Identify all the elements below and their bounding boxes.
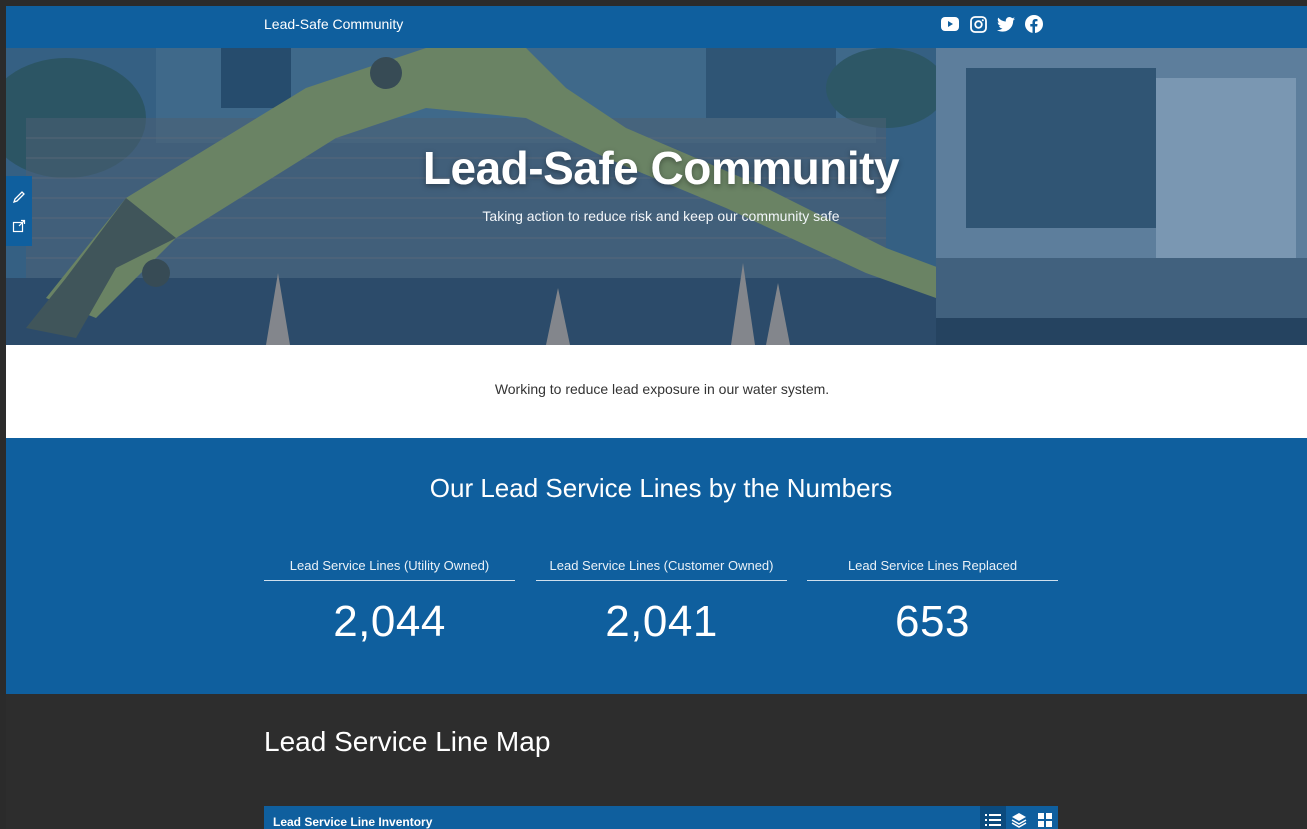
top-nav: Lead-Safe Community bbox=[6, 6, 1307, 48]
map-panel-title: Lead Service Line Inventory bbox=[273, 815, 433, 829]
stat-value: 653 bbox=[895, 597, 970, 646]
stat-label: Lead Service Lines (Customer Owned) bbox=[536, 558, 787, 581]
stat-replaced: Lead Service Lines Replaced 653 bbox=[807, 558, 1058, 647]
twitter-icon[interactable] bbox=[996, 14, 1016, 34]
map-section: Lead Service Line Map Lead Service Line … bbox=[6, 694, 1307, 829]
facebook-icon[interactable] bbox=[1024, 14, 1044, 34]
stat-value: 2,044 bbox=[333, 597, 446, 646]
browser-frame: Lead-Safe Community Lead-Safe Community … bbox=[0, 0, 1307, 829]
side-toolbar bbox=[6, 176, 32, 246]
map-toolbar bbox=[980, 806, 1058, 829]
basemap-gallery-icon[interactable] bbox=[1032, 806, 1058, 829]
edit-icon[interactable] bbox=[10, 188, 28, 206]
intro-section: Working to reduce lead exposure in our w… bbox=[6, 345, 1307, 438]
hero-banner: Lead-Safe Community Taking action to red… bbox=[6, 48, 1307, 345]
youtube-icon[interactable] bbox=[940, 14, 960, 34]
intro-text: Working to reduce lead exposure in our w… bbox=[494, 381, 830, 397]
page: Lead-Safe Community Lead-Safe Community … bbox=[6, 6, 1307, 829]
stat-customer-owned: Lead Service Lines (Customer Owned) 2,04… bbox=[536, 558, 787, 647]
social-links bbox=[940, 14, 1044, 34]
layers-icon[interactable] bbox=[1006, 806, 1032, 829]
hero-title: Lead-Safe Community bbox=[422, 142, 900, 194]
stat-label: Lead Service Lines (Utility Owned) bbox=[264, 558, 515, 581]
map-header-bar: Lead Service Line Inventory bbox=[264, 806, 1058, 829]
stat-utility-owned: Lead Service Lines (Utility Owned) 2,044 bbox=[264, 558, 515, 647]
map-section-title: Lead Service Line Map bbox=[264, 726, 551, 757]
stat-label: Lead Service Lines Replaced bbox=[807, 558, 1058, 581]
site-title-link[interactable]: Lead-Safe Community bbox=[264, 16, 403, 32]
numbers-title: Our Lead Service Lines by the Numbers bbox=[429, 473, 893, 503]
legend-icon[interactable] bbox=[980, 806, 1006, 829]
share-icon[interactable] bbox=[10, 217, 28, 235]
hero-overlay bbox=[6, 48, 1307, 345]
instagram-icon[interactable] bbox=[968, 14, 988, 34]
stat-value: 2,041 bbox=[605, 597, 718, 646]
hero-subtitle: Taking action to reduce risk and keep ou… bbox=[482, 208, 840, 224]
numbers-section: Our Lead Service Lines by the Numbers Le… bbox=[6, 438, 1307, 694]
